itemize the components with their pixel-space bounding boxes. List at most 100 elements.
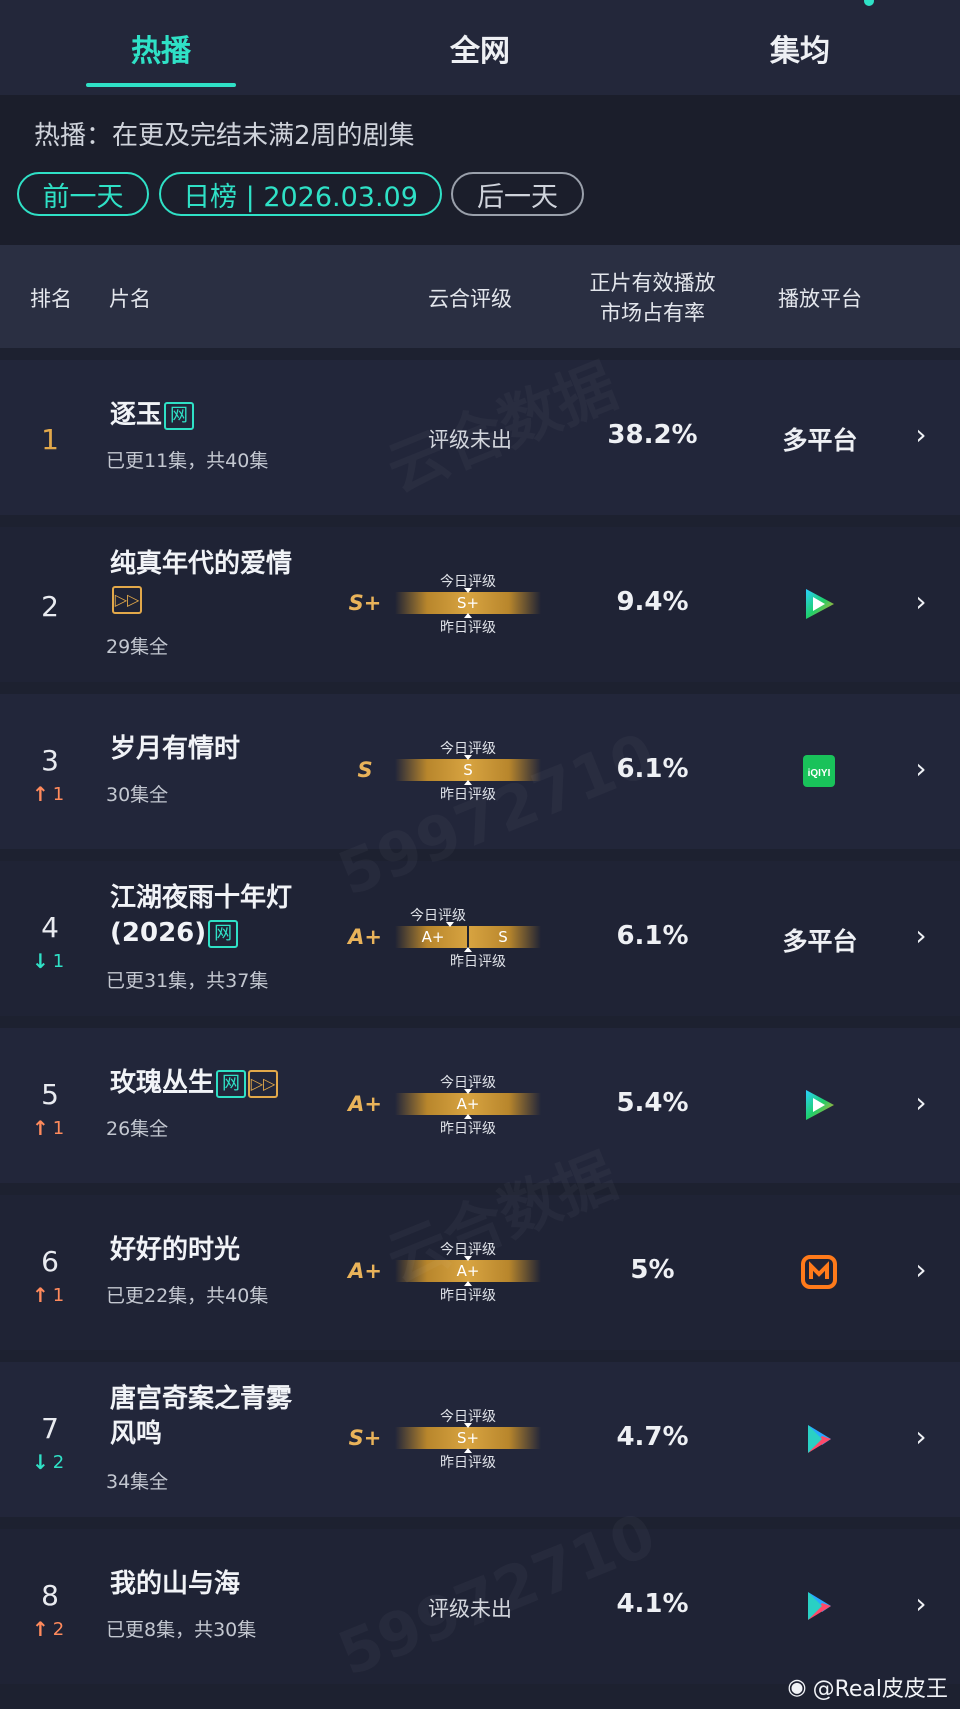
today-grade-value: A+ [456,1262,480,1280]
drama-title[interactable]: 我的山与海 [110,1567,240,1602]
rank-change-value: 1 [52,950,65,972]
tab-all-network-label: 全网 [450,33,510,69]
grade-letter: S+ [348,591,382,615]
drama-title[interactable]: 纯真年代的爱情 ▷▷ [110,547,292,617]
drama-title[interactable]: 玫瑰丛生网 ▷▷ [110,1066,279,1101]
episode-info: 26集全 [106,1118,169,1140]
prev-day-button[interactable]: 前一天 [17,172,149,216]
table-row[interactable]: 8 ↑ 2 我的山与海 已更8集，共30集 评级未出 4.1% › [0,1529,960,1684]
table-row[interactable]: 6 ↑ 1 好好的时光 已更22集，共40集 A+ 今日评级 A+ 昨日评级 5%… [0,1195,960,1350]
svg-text:iQIYI: iQIYI [808,768,831,779]
today-grade-value: A+ [421,928,445,946]
today-marker-icon [464,1423,472,1428]
table-row[interactable]: 7 ↓ 2 唐宫奇案之青雾 风鸣 34集全 S+ 今日评级 S+ 昨日评级 4.7… [0,1362,960,1517]
arrow-down-icon: ↓ [32,949,49,973]
table-row[interactable]: 3 ↑ 1 岁月有情时 30集全 S 今日评级 S 昨日评级 6.1% iQIYI › [0,694,960,849]
chevron-right-icon[interactable]: › [912,418,930,451]
episode-info: 34集全 [106,1471,169,1493]
rank-number: 5 [41,1078,59,1111]
drama-title[interactable]: 唐宫奇案之青雾 风鸣 [110,1382,292,1452]
footer-credit: ◉ @Real皮皮王 [787,1671,948,1703]
grade-letter: A+ [348,1259,382,1283]
drama-title-line2: (2026) [110,918,207,948]
mango-tv-icon [800,1253,838,1291]
col-title: 片名 [109,287,151,311]
chevron-right-icon[interactable]: › [912,1253,930,1286]
today-marker-icon [464,1089,472,1094]
market-share: 4.7% [616,1422,689,1452]
market-share: 5% [630,1255,675,1285]
grade-bar-fill: S [395,759,541,781]
chevron-right-icon[interactable]: › [912,1587,930,1620]
col-rank: 排名 [30,287,72,311]
chevron-right-icon[interactable]: › [912,919,930,952]
yesterday-grade-label: 昨日评级 [440,1288,496,1304]
market-share: 5.4% [616,1088,689,1118]
market-share: 6.1% [616,921,689,951]
today-grade-value: S [463,761,473,779]
col-grade: 云合评级 [428,287,512,311]
rank-change-value: 2 [52,1451,65,1473]
grade-letter: A+ [348,925,382,949]
grade-bar-fill: S+ [395,1427,541,1449]
drama-title[interactable]: 好好的时光 [110,1233,240,1268]
grade-letter: A+ [348,1092,382,1116]
today-marker-icon [446,922,454,927]
grade-pending: 评级未出 [428,428,512,452]
grade-letter: S+ [348,1426,382,1450]
rank-change: ↓ 1 [32,949,64,973]
drama-title[interactable]: 逐玉网 [110,398,195,433]
chevron-right-icon[interactable]: › [912,1086,930,1119]
rank-change-value: 2 [52,1618,65,1640]
table-row[interactable]: 1 逐玉网 已更11集，共40集 评级未出 38.2% 多平台 › [0,360,960,515]
table-row[interactable]: 2 纯真年代的爱情 ▷▷ 29集全 S+ 今日评级 S+ 昨日评级 9.4% › [0,527,960,682]
grade-bar: 今日评级 A+ 昨日评级 [395,1239,541,1304]
grade-bar: 今日评级 S+ 昨日评级 [395,571,541,636]
table-row[interactable]: 4 ↓ 1 江湖夜雨十年灯 (2026) 网 已更31集，共37集 A+ 今日评级 … [0,861,960,1016]
market-share: 4.1% [616,1589,689,1619]
market-share: 6.1% [616,754,689,784]
grade-bar-fill: S+ [395,592,541,614]
chevron-right-icon[interactable]: › [912,1420,930,1453]
table-row[interactable]: 5 ↑ 1 玫瑰丛生网 ▷▷ 26集全 A+ 今日评级 A+ 昨日评级 5.4% › [0,1028,960,1183]
chevron-right-icon[interactable]: › [912,752,930,785]
drama-title[interactable]: 岁月有情时 [110,732,240,767]
today-grade-value: S+ [456,1429,480,1447]
drama-title-text: 纯真年代的爱情 [110,549,293,579]
drama-title-text: 唐宫奇案之青雾 [110,1384,293,1414]
rank-change: ↑ 1 [32,1283,64,1307]
weibo-icon: ◉ [787,1674,807,1700]
tab-hot[interactable]: 热播 [86,0,236,95]
drama-title-text: 我的山与海 [110,1569,241,1599]
episode-info: 已更31集，共37集 [106,970,269,992]
rank-change: ↓ 2 [32,1450,64,1474]
rank-change-value: 1 [52,1284,65,1306]
tab-all-network[interactable]: 全网 [405,0,555,95]
platform-text: 多平台 [782,927,858,956]
chevron-right-icon[interactable]: › [912,585,930,618]
episode-info: 30集全 [106,784,169,806]
drama-title-line2: 风鸣 [110,1419,163,1449]
skip-ahead-icon: ▷▷ [112,585,142,614]
arrow-down-icon: ↓ [32,1450,49,1474]
rank-change: ↑ 2 [32,1617,64,1641]
drama-title[interactable]: 江湖夜雨十年灯 (2026) 网 [110,881,292,951]
top-tab-bar: 热播 全网 集均 [0,0,960,95]
tab-per-episode[interactable]: 集均 [725,0,875,95]
date-selector[interactable]: 日榜 | 2026.03.09 [159,172,442,216]
arrow-up-icon: ↑ [32,1283,49,1307]
grade-pending: 评级未出 [428,1597,512,1621]
tab-per-episode-label: 集均 [770,33,830,69]
grade-letter: S [357,758,373,782]
skip-ahead-icon: ▷▷ [248,1069,279,1098]
drama-title-text: 好好的时光 [110,1235,241,1265]
rank-number: 4 [41,911,59,944]
grade-bar: 今日评级 S+ 昨日评级 [395,1406,541,1471]
grade-bar-fill: A+ [395,1260,541,1282]
rank-number: 6 [41,1245,59,1278]
rank-number: 8 [41,1579,59,1612]
subheader: 热播：在更及完结未满2周的剧集 前一天 日榜 | 2026.03.09 后一天 [0,95,960,245]
grade-bar: 今日评级 A+ S 昨日评级 [395,905,541,970]
next-day-button[interactable]: 后一天 [451,172,584,216]
market-share: 9.4% [616,587,689,617]
